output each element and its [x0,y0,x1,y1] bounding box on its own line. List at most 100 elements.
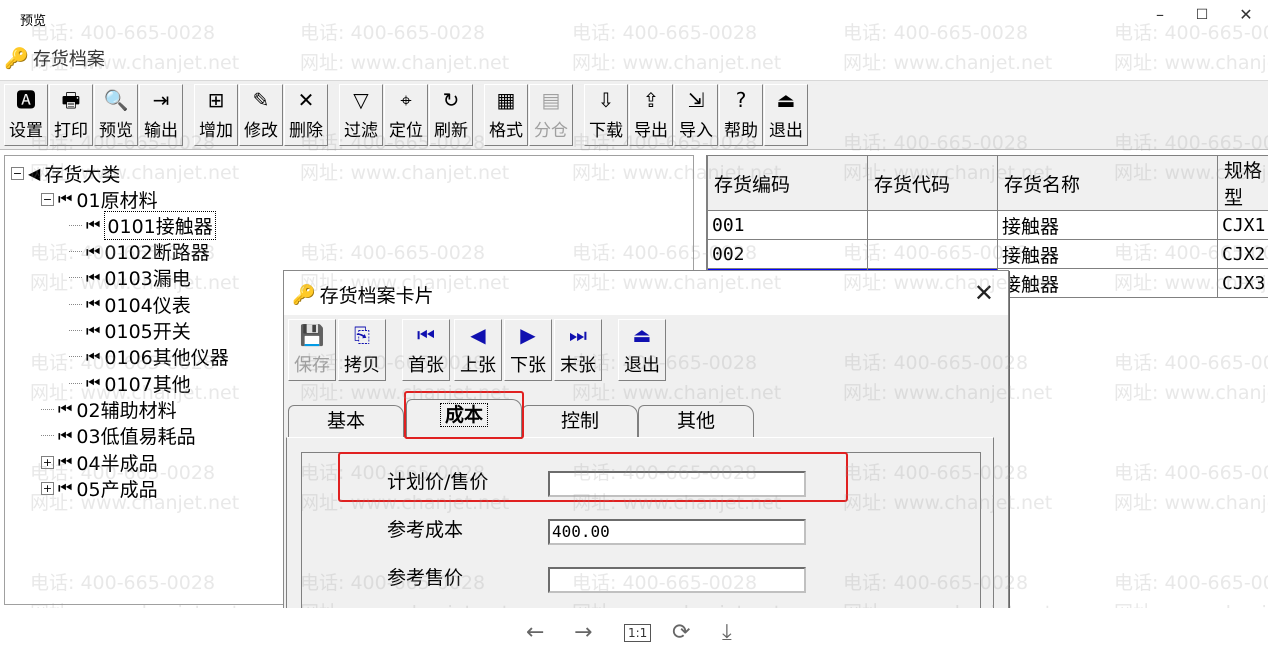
tree-node[interactable]: ⏮ 0103漏电 [69,265,191,291]
preview-button[interactable]: 🔍 预览 [94,84,138,146]
setup-button[interactable]: 🅰 设置 [4,84,48,146]
prev-icon: ◀ [470,323,486,347]
tab-basic[interactable]: 基本 [288,405,404,437]
grid-cell[interactable]: 接触器 [997,210,1218,240]
close-button[interactable]: ✕ [1228,4,1264,26]
field-input[interactable] [548,567,806,593]
grid-column-header[interactable]: 存货代码 [867,155,998,211]
split-warehouse-icon: ▤ [541,88,561,112]
grid-cell[interactable]: CJX1 [1217,210,1268,240]
minimize-button[interactable]: – [1142,4,1178,26]
output-icon: ⇥ [152,88,170,112]
delete-button[interactable]: ✕ 删除 [284,84,328,146]
print-label: 打印 [54,121,88,141]
grid-row[interactable]: 002 接触器 CJX2 [707,239,1268,269]
inventory-grid[interactable]: 存货编码存货代码存货名称规格型 001接触器CJX1002接触器CJX2003接… [706,155,1268,298]
tree-node[interactable]: ⏮ 0105开关 [69,318,191,344]
tab-control[interactable]: 控制 [522,405,638,437]
dialog-save-button[interactable]: 💾 保存 [288,319,336,381]
tree-node[interactable]: ⏮ 03低值易耗品 [41,423,196,449]
download-label: 下载 [589,121,623,141]
app-title-text: 存货档案 [32,49,105,70]
grid-column-header[interactable]: 规格型 [1217,155,1268,211]
grid-cell[interactable]: CJX3 [1217,268,1268,298]
grid-row[interactable]: 001 接触器 CJX1 [707,210,1268,240]
tree-node[interactable]: ⏮ 0104仪表 [69,291,191,317]
filter-label: 过滤 [344,121,378,141]
expand-icon[interactable]: + [41,481,54,495]
tree-node[interactable]: ⏮ 02辅助材料 [41,396,177,422]
dialog-last-button[interactable]: ⏭ 末张 [554,319,602,381]
tree-connector [41,435,54,437]
tree-connector [41,408,54,410]
import-button[interactable]: ⇲ 导入 [674,84,718,146]
field-input[interactable]: 400.00 [548,519,806,545]
exit-button[interactable]: ⏏ 退出 [764,84,808,146]
grid-column-header[interactable]: 存货编码 [707,155,868,211]
rotate-icon[interactable]: ⟳ [672,620,690,645]
tree-node[interactable]: + ⏮ 05产成品 [41,475,158,501]
grid-cell[interactable]: 002 [707,239,868,269]
tree-root[interactable]: − ◀ 存货大类 [11,160,120,186]
preview-label: 预览 [99,121,133,141]
field-label: 参考成本 [387,519,464,541]
output-button[interactable]: ⇥ 输出 [139,84,183,146]
download-button[interactable]: ⇩ 下载 [584,84,628,146]
export-button[interactable]: ⇪ 导出 [629,84,673,146]
refresh-icon: ↻ [442,88,460,112]
grid-column-header[interactable]: 存货名称 [997,155,1218,211]
tree-connector [69,330,82,331]
add-button[interactable]: ⊞ 增加 [194,84,238,146]
collapse-icon[interactable]: − [41,192,54,206]
watermark-phone: 电话: 400-665-0028 [1114,572,1268,594]
actual-size-button[interactable]: 1:1 [624,624,652,642]
grid-cell[interactable]: CJX2 [1217,239,1268,269]
refresh-label: 刷新 [434,121,468,141]
tree-node-label: 0107其他 [104,373,191,396]
tree-node[interactable]: ⏮ 0102断路器 [69,239,210,265]
dialog-next-button[interactable]: ▶ 下张 [504,319,552,381]
format-button[interactable]: ▦ 格式 [484,84,528,146]
tree-node[interactable]: ⏮ 0106其他仪器 [69,344,229,370]
maximize-button[interactable]: ☐ [1184,4,1220,26]
print-button[interactable]: 🖶 打印 [49,84,93,146]
grid-cell[interactable] [867,239,998,269]
grid-cell[interactable]: 001 [707,210,868,240]
grid-cell[interactable]: 接触器 [997,239,1218,269]
expand-icon[interactable]: + [41,455,54,469]
key-icon: 🔑 [4,46,29,70]
tree-node-label: 02辅助材料 [76,399,177,422]
export-label: 导出 [634,121,668,141]
add-label: 增加 [199,121,233,141]
help-button[interactable]: ? 帮助 [719,84,763,146]
dialog-title: 存货档案卡片 [319,285,434,307]
watermark-site: 网址: www.chanjet.net [300,52,510,74]
tab-other[interactable]: 其他 [638,405,754,437]
forward-arrow-icon[interactable]: → [574,620,592,645]
dialog-copy-button[interactable]: ⎘ 拷贝 [338,319,386,381]
back-arrow-icon[interactable]: ← [526,620,544,645]
download-icon: ⇩ [597,88,615,112]
filter-button[interactable]: ▽ 过滤 [339,84,383,146]
dialog-close-button[interactable]: ✕ [974,279,994,307]
split-warehouse-button[interactable]: ▤ 分仓 [529,84,573,146]
tree-node[interactable]: ⏮ 0101接触器 [69,210,216,240]
inventory-card-dialog: 🔑 存货档案卡片 ✕ 💾 保存 ⎘ 拷贝 ⏮ 首张 ◀ 上张 ▶ 下张 ⏭ 末张 ⏏ 退出 基本 成本 控制 其他… [283,270,1009,641]
dialog-first-button[interactable]: ⏮ 首张 [402,319,450,381]
download-icon[interactable]: ⤓ [722,620,732,645]
output-label: 输出 [144,121,178,141]
tree-node[interactable]: ⏮ 0107其他 [69,370,191,396]
grid-cell[interactable] [867,210,998,240]
tree-root-label: 存货大类 [44,163,121,186]
collapse-icon[interactable]: − [11,166,24,180]
locate-button[interactable]: ⌖ 定位 [384,84,428,146]
watermark-site: 网址: www.chanjet.net [843,52,1053,74]
dialog-prev-button[interactable]: ◀ 上张 [454,319,502,381]
tree-node[interactable]: − ⏮ 01原材料 [41,186,158,212]
dialog-exit-button[interactable]: ⏏ 退出 [618,319,666,381]
tree-node[interactable]: + ⏮ 04半成品 [41,449,158,475]
edit-button[interactable]: ✎ 修改 [239,84,283,146]
tree-node-label: 0105开关 [104,321,191,343]
grid-cell[interactable]: 接触器 [997,268,1218,298]
refresh-button[interactable]: ↻ 刷新 [429,84,473,146]
